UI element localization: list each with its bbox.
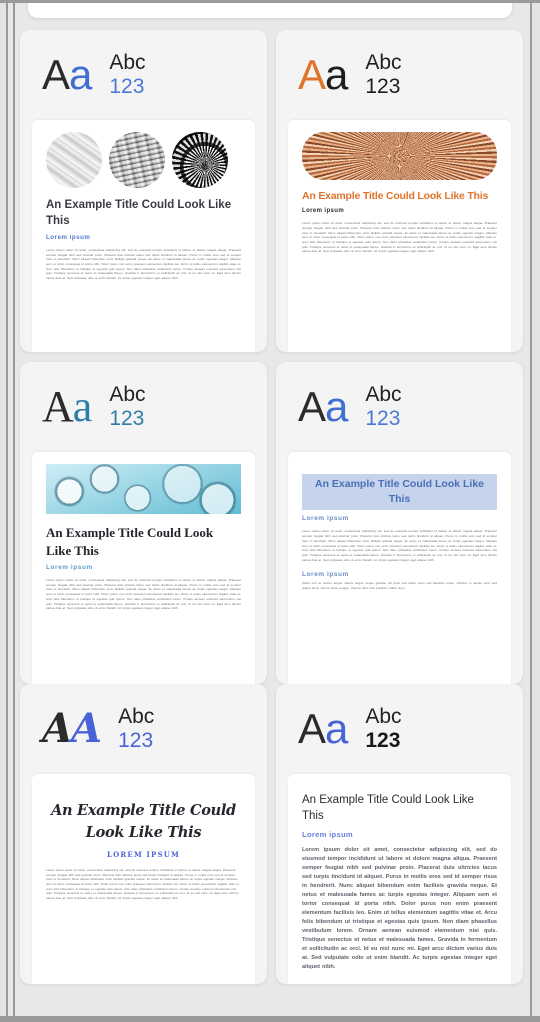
- font-specimen: Aa Abc 123: [20, 30, 267, 120]
- theme-card-geometric-sans[interactable]: Aa Abc 123 An Example Title Could Look L…: [276, 684, 523, 984]
- window-left-rail: [0, 0, 8, 1022]
- font-specimen: Aa Abc 123: [276, 684, 523, 774]
- hero-circles: [46, 132, 241, 188]
- specimen-aa: Aa: [298, 705, 348, 752]
- document-subtitle: LOREM IPSUM: [106, 849, 180, 859]
- specimen-abc-label: Abc: [365, 51, 402, 75]
- theme-card-serif-teal[interactable]: Aa Abc 123 An Example Title Could Look L…: [20, 362, 267, 684]
- document-subtitle: Lorem ipsum: [302, 515, 349, 523]
- specimen-aa: Aa: [42, 382, 93, 431]
- theme-card-brush-script[interactable]: AA Abc 123 An Example Title Could Look L…: [20, 684, 267, 984]
- document-preview[interactable]: An Example Title Could Look Like This Lo…: [288, 452, 511, 684]
- theme-card-grid: Aa Abc 123 An Example Title Could Look L…: [20, 30, 524, 684]
- document-preview[interactable]: An Example Title Could Look Like This Lo…: [32, 452, 255, 684]
- window-bottom-edge: [0, 1016, 540, 1022]
- specimen-abc-block: Abc 123: [365, 51, 401, 98]
- document-title: An Example Title Could Look Like This: [51, 802, 236, 842]
- document-subtitle: Lorem ipsum: [46, 234, 91, 242]
- specimen-numbers-label: 123: [365, 407, 401, 430]
- specimen-abc-block: Abc 123: [365, 705, 401, 752]
- font-specimen: Aa Abc 123: [276, 30, 523, 120]
- window-right-rail[interactable]: [530, 0, 540, 1022]
- document-subtitle-secondary: Lorem ipsum: [302, 571, 349, 579]
- document-body-text-secondary: Tellus orci ac auctor augue mauris augue…: [302, 581, 497, 590]
- specimen-char-upper: A: [42, 51, 70, 98]
- document-preview[interactable]: An Example Title Could Look Like This Lo…: [288, 120, 511, 352]
- document-preview[interactable]: An Example Title Could Look Like This Lo…: [288, 774, 511, 984]
- specimen-numbers-label: 123: [109, 407, 145, 430]
- specimen-char-lower: a: [325, 51, 348, 98]
- document-preview[interactable]: An Example Title Could Look Like This LO…: [32, 774, 255, 984]
- specimen-char-upper: A: [298, 383, 326, 430]
- specimen-abc-label: Abc: [109, 51, 146, 75]
- theme-card-grid-row-last: AA Abc 123 An Example Title Could Look L…: [20, 684, 524, 984]
- document-title: An Example Title Could Look Like This: [302, 190, 489, 202]
- specimen-char-upper: A: [42, 705, 73, 752]
- specimen-char-lower: a: [69, 51, 92, 98]
- window-top-edge: [0, 0, 540, 3]
- specimen-numbers-label: 123: [365, 729, 401, 752]
- specimen-char-upper: A: [298, 51, 326, 98]
- hero-circle-spiral-image: [172, 132, 228, 188]
- font-specimen: Aa Abc 123: [276, 362, 523, 452]
- specimen-numbers-label: 123: [365, 75, 401, 98]
- specimen-char-upper: A: [42, 382, 74, 431]
- document-title: An Example Title Could Look Like This: [46, 199, 232, 227]
- specimen-char-lower: a: [325, 705, 348, 752]
- document-body-text: Lorem ipsum dolor sit amet, consectetur …: [302, 221, 497, 254]
- document-body-text: Lorem ipsum dolor sit amet, consectetur …: [46, 867, 240, 901]
- font-specimen: AA Abc 123: [20, 684, 267, 774]
- specimen-abc-block: Abc 123: [118, 705, 154, 752]
- specimen-abc-block: Abc 123: [109, 51, 145, 98]
- specimen-abc-label: Abc: [118, 705, 155, 729]
- theme-card-neutral-sans[interactable]: Aa Abc 123 An Example Title Could Look L…: [20, 30, 267, 352]
- specimen-aa: Aa: [298, 383, 348, 430]
- specimen-aa: AA: [42, 709, 102, 749]
- specimen-numbers-label: 123: [109, 75, 145, 98]
- specimen-char-lower: A: [71, 705, 102, 752]
- specimen-abc-block: Abc 123: [109, 383, 145, 430]
- document-title: An Example Title Could Look Like This: [302, 474, 497, 511]
- document-subtitle: Lorem ipsum: [302, 829, 353, 839]
- hero-bubbles-banner-image: [46, 464, 241, 514]
- document-title: An Example Title Could Look Like This: [46, 525, 214, 558]
- hero-circle-wood-image: [109, 132, 165, 188]
- document-body-text: Lorem ipsum dolor sit amet, consectetur …: [302, 846, 497, 971]
- document-body-text: Lorem ipsum dolor sit amet, consectetur …: [302, 529, 497, 562]
- specimen-abc-block: Abc 123: [365, 383, 401, 430]
- document-subtitle: Lorem ipsum: [302, 208, 345, 215]
- specimen-aa: Aa: [42, 51, 92, 98]
- specimen-abc-label: Abc: [365, 383, 402, 407]
- specimen-char-lower: a: [325, 383, 348, 430]
- document-preview[interactable]: An Example Title Could Look Like This Lo…: [32, 120, 255, 352]
- font-specimen: Aa Abc 123: [20, 362, 267, 452]
- theme-card-highlight-blue[interactable]: Aa Abc 123 An Example Title Could Look L…: [276, 362, 523, 684]
- hero-spiral-banner-image: [302, 132, 497, 180]
- theme-card-orange-condensed[interactable]: Aa Abc 123 An Example Title Could Look L…: [276, 30, 523, 352]
- specimen-aa: Aa: [298, 51, 348, 98]
- document-body-text: Lorem ipsum dolor sit amet, consectetur …: [46, 248, 241, 281]
- specimen-char-upper: A: [298, 705, 326, 752]
- theme-gallery-scroll-area[interactable]: Aa Abc 123 An Example Title Could Look L…: [15, 0, 528, 1016]
- document-subtitle: Lorem ipsum: [46, 564, 93, 572]
- specimen-abc-label: Abc: [365, 705, 402, 729]
- document-body-text: Lorem ipsum dolor sit amet, consectetur …: [46, 578, 241, 611]
- specimen-char-lower: a: [72, 382, 93, 431]
- specimen-numbers-label: 123: [118, 729, 154, 752]
- specimen-abc-label: Abc: [109, 383, 146, 407]
- document-title: An Example Title Could Look Like This: [302, 794, 474, 823]
- hero-circle-dunes-image: [46, 132, 102, 188]
